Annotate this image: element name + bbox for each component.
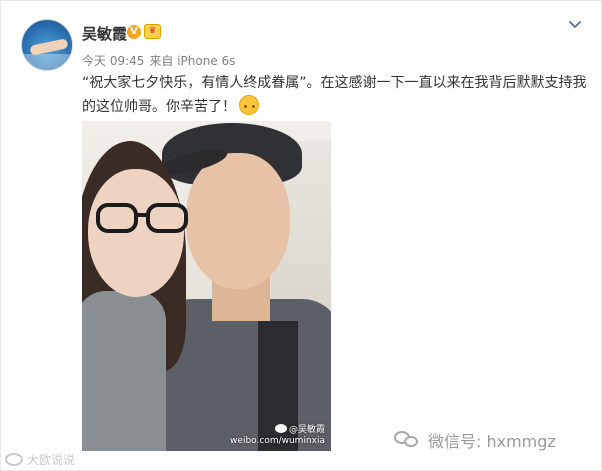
weibo-post-card: 吴敏霞 V ♛ 今天 09:45 来自 iPhone 6s “祝大家七夕快乐，有情… — [0, 0, 602, 471]
glasses-lens-right — [146, 203, 188, 233]
post-photo[interactable]: @吴敏霞 weibo.com/wuminxia — [82, 121, 331, 451]
photo-woman-face — [88, 169, 184, 297]
photo-glasses — [96, 203, 196, 233]
corner-watermark-text: 大欧说说 — [27, 453, 76, 467]
post-text-line-2-content: 的这位帅哥。你辛苦了！ — [82, 99, 236, 115]
post-time[interactable]: 今天 09:45 — [82, 54, 144, 68]
watermark-url: weibo.com/wuminxia — [230, 436, 325, 446]
chevron-down-icon[interactable] — [568, 18, 582, 32]
hug-emoji-icon — [239, 95, 259, 115]
post-text: “祝大家七夕快乐，有情人终成眷属”。在这感谢一下一直以来在我背后默默支持我 的这… — [82, 71, 587, 119]
post-source: 来自 iPhone 6s — [149, 54, 236, 68]
watermark-handle: @吴敏霞 — [288, 425, 325, 435]
verified-v-icon: V — [127, 25, 141, 39]
avatar-splash — [22, 54, 72, 70]
avatar[interactable] — [21, 19, 73, 71]
wechat-bubble-2 — [404, 436, 418, 447]
post-text-line-2: 的这位帅哥。你辛苦了！ — [82, 95, 587, 119]
post-meta: 今天 09:45 来自 iPhone 6s — [82, 52, 240, 69]
wechat-id-text: 微信号: hxmmgz — [428, 432, 556, 451]
wechat-icon — [394, 431, 420, 449]
wechat-watermark: 微信号: hxmmgz — [394, 429, 556, 451]
photo-man-face — [186, 153, 290, 289]
username[interactable]: 吴敏霞 — [82, 23, 127, 44]
corner-logo-icon — [5, 453, 23, 466]
member-badge-icon[interactable]: ♛ — [144, 24, 161, 39]
glasses-lens-left — [96, 203, 138, 233]
post-text-line-1: “祝大家七夕快乐，有情人终成眷属”。在这感谢一下一直以来在我背后默默支持我 — [82, 75, 587, 91]
photo-woman-jacket — [82, 291, 166, 451]
corner-watermark: 大欧说说 — [5, 451, 75, 468]
photo-watermark: @吴敏霞 weibo.com/wuminxia — [230, 424, 325, 447]
weibo-logo-icon — [274, 424, 287, 433]
